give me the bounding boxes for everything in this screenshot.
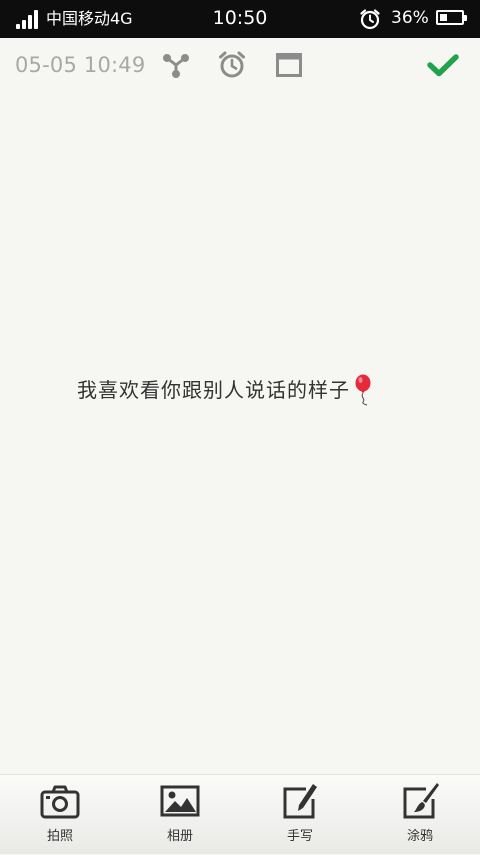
note-date: 05-05 10:49 [15,53,146,77]
status-bar: 中国移动4G 10:50 36% [0,0,480,38]
note-text: 我喜欢看你跟别人说话的样子 [77,378,350,402]
checkmark-icon[interactable] [426,50,460,80]
camera-label: 拍照 [46,829,73,844]
doodle-button[interactable]: 涂鸦 [360,775,480,855]
album-button[interactable]: 相册 [120,775,240,855]
alarm-icon [360,9,380,30]
note-text-row: 我喜欢看你跟别人说话的样子 [77,374,374,406]
battery-percent: 36% [391,8,429,28]
alarm-clock-icon[interactable] [217,50,247,80]
battery-level [440,14,447,21]
brush-icon [403,783,439,819]
note-body[interactable]: 我喜欢看你跟别人说话的样子 [0,94,480,774]
album-label: 相册 [166,829,193,844]
share-icon[interactable] [161,50,191,80]
handwrite-button[interactable]: 手写 [240,775,360,855]
window-icon[interactable] [274,50,304,80]
camera-button[interactable]: 拍照 [0,775,120,855]
doodle-label: 涂鸦 [406,829,433,844]
picture-icon [160,785,200,817]
balloon-icon [355,374,371,406]
camera-icon [40,785,80,819]
bottom-bar: 拍照 相册 手写 涂鸦 [0,774,480,854]
note-toolbar: 05-05 10:49 [0,38,480,94]
handwrite-icon [283,784,317,819]
handwrite-label: 手写 [286,829,313,844]
battery-icon [436,10,467,25]
